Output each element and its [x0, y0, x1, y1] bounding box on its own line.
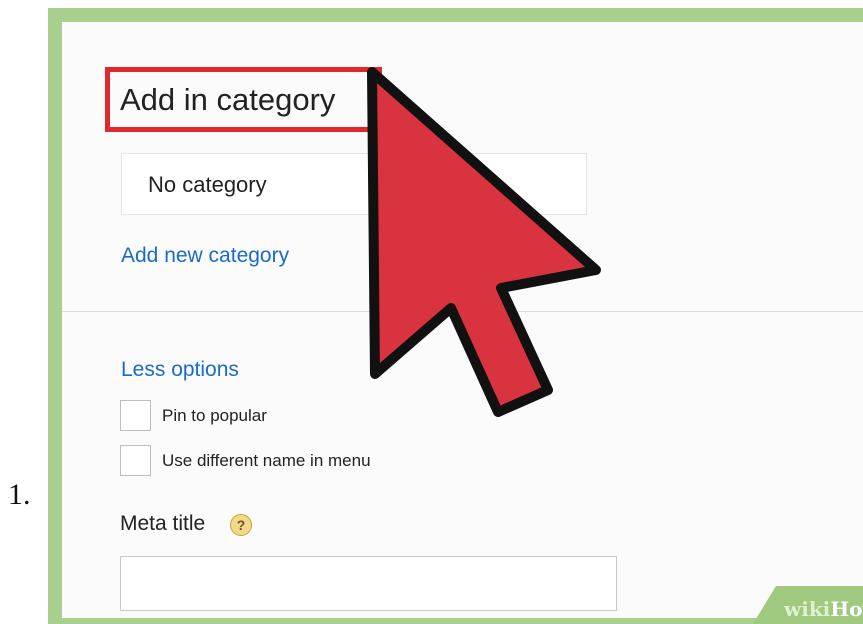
- add-new-category-link[interactable]: Add new category: [121, 244, 289, 268]
- different-menu-name-checkbox[interactable]: [120, 445, 151, 476]
- less-options-link[interactable]: Less options: [121, 358, 239, 382]
- step-number: 1.: [8, 478, 31, 511]
- pin-to-popular-checkbox[interactable]: [120, 400, 151, 431]
- wikihow-watermark: wikiHow: [748, 586, 863, 624]
- screenshot-frame: Add in category No category Add new cate…: [48, 8, 863, 624]
- watermark-wiki: wiki: [784, 597, 831, 621]
- divider: [62, 311, 863, 312]
- category-select-value: No category: [148, 172, 267, 197]
- category-select[interactable]: No category: [121, 153, 587, 215]
- watermark-how: How: [830, 597, 863, 621]
- meta-title-label: Meta title: [120, 512, 206, 535]
- help-icon[interactable]: ?: [230, 514, 252, 536]
- pin-to-popular-label: Pin to popular: [162, 406, 267, 425]
- title-highlight-box: [105, 67, 382, 132]
- category-settings-panel: Add in category No category Add new cate…: [62, 22, 863, 618]
- different-menu-name-label: Use different name in menu: [162, 451, 371, 470]
- meta-title-input[interactable]: [120, 556, 617, 611]
